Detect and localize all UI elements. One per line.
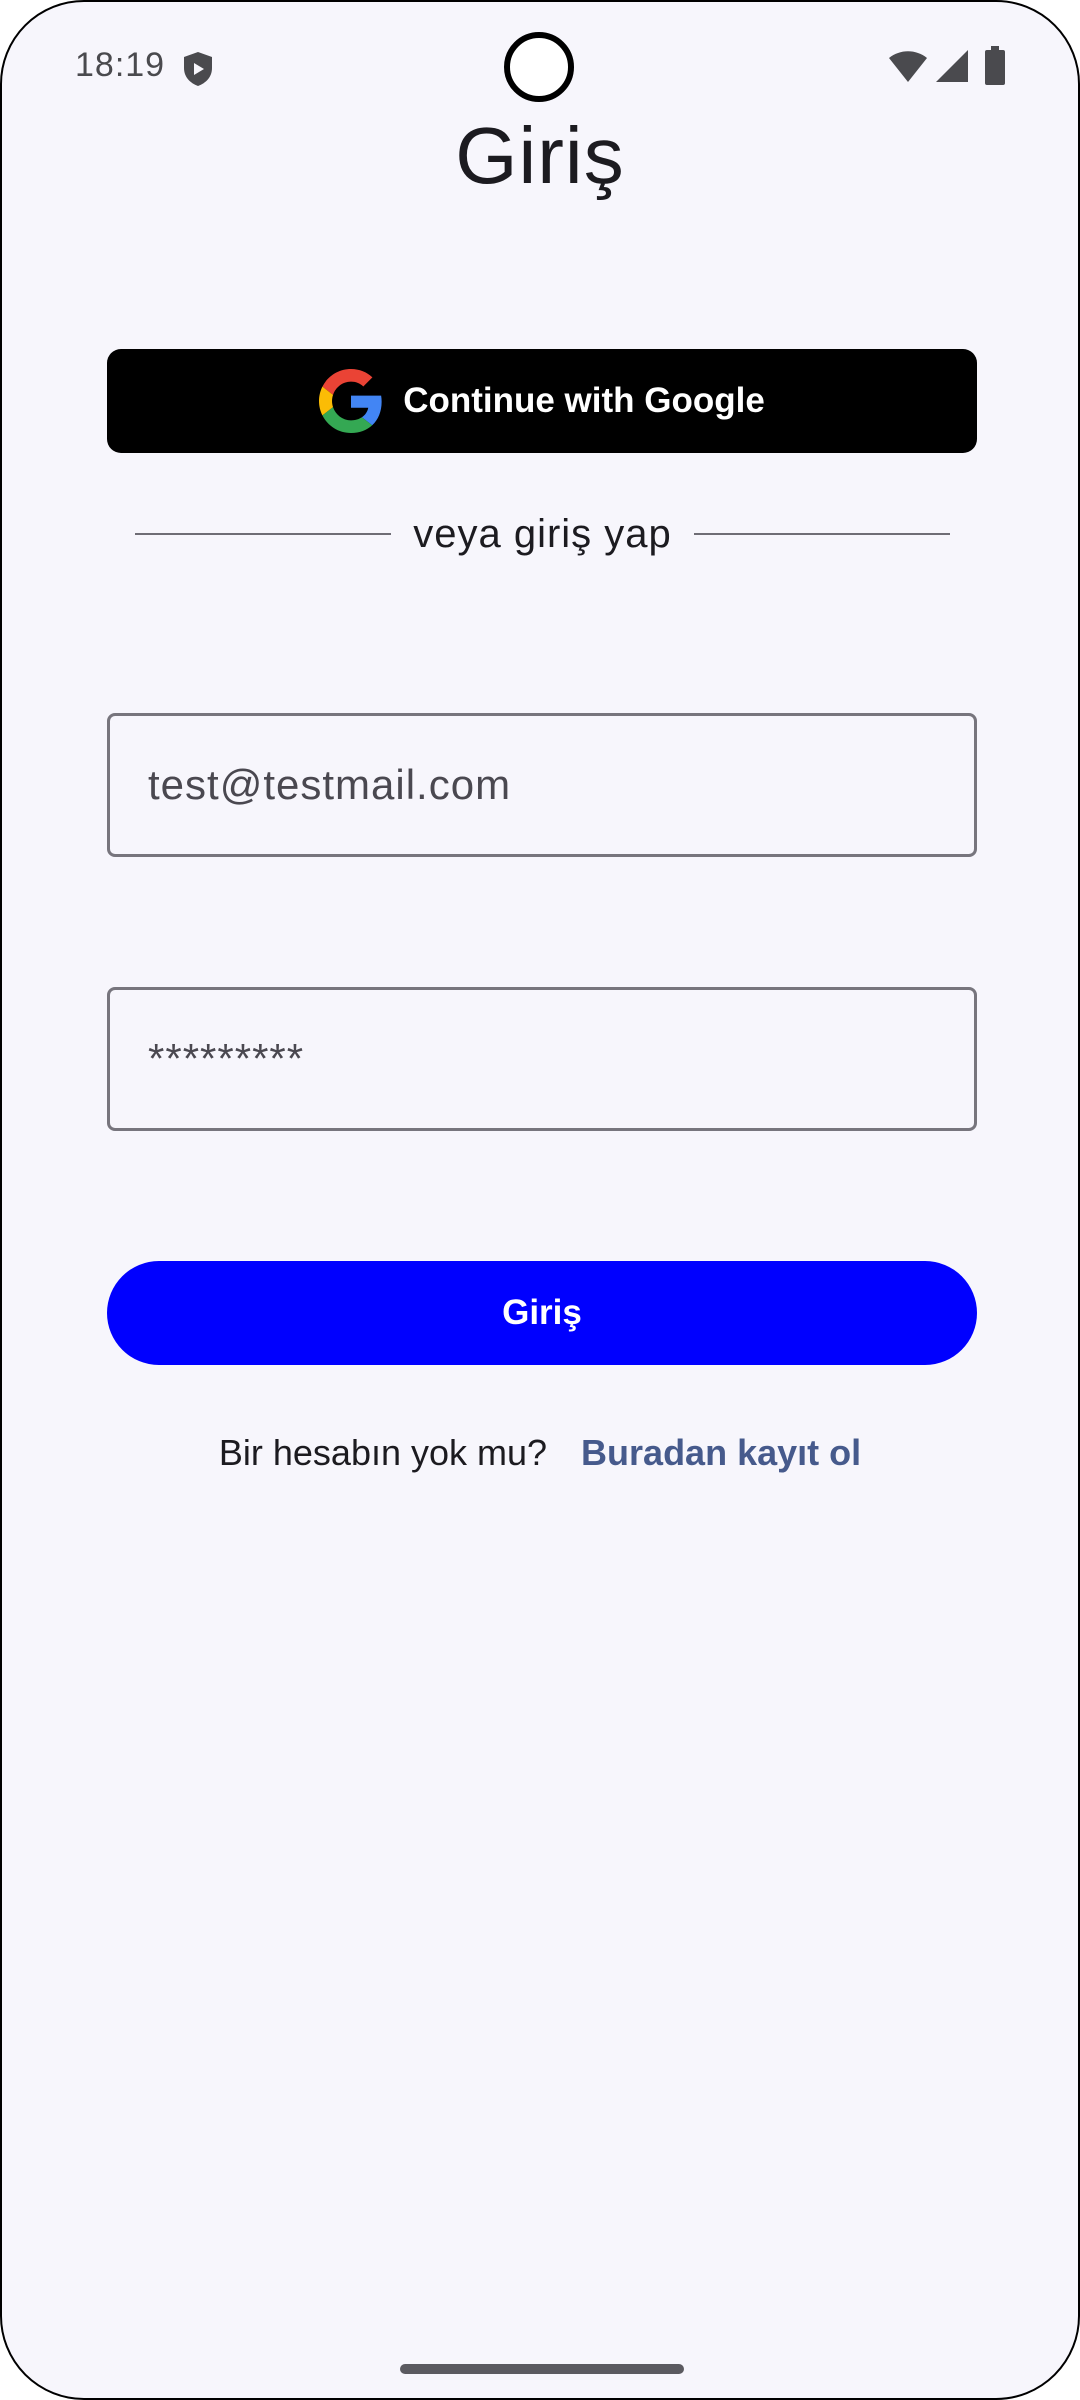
divider-line-left — [135, 533, 392, 535]
password-field[interactable]: ********* — [107, 987, 977, 1131]
status-time: 18:19 — [75, 46, 166, 84]
home-indicator[interactable] — [400, 2364, 684, 2374]
or-divider: veya giriş yap — [135, 499, 950, 569]
page-title: Giriş — [455, 111, 625, 200]
login-button[interactable]: Giriş — [107, 1261, 977, 1365]
register-link[interactable]: Buradan kayıt ol — [581, 1432, 861, 1474]
shield-icon — [184, 52, 212, 86]
google-button-label: Continue with Google — [403, 381, 765, 420]
signal-icon — [936, 50, 968, 82]
email-field[interactable]: test@testmail.com — [107, 713, 977, 857]
register-question: Bir hesabın yok mu? — [218, 1432, 548, 1473]
continue-with-google-button[interactable]: Continue with Google — [107, 349, 977, 453]
phone-screen: 18:19 Giriş Continue with Google veya gi… — [0, 0, 1080, 2400]
email-value: test@testmail.com — [148, 761, 512, 808]
wifi-icon — [889, 51, 927, 82]
google-logo-icon — [319, 369, 382, 433]
battery-icon — [985, 46, 1005, 85]
divider-text: veya giriş yap — [413, 511, 672, 556]
register-row: Bir hesabın yok mu? Buradan kayıt ol — [2, 1432, 1078, 1474]
password-value: ********* — [148, 1035, 305, 1082]
front-camera — [504, 32, 574, 102]
divider-line-right — [693, 533, 950, 535]
